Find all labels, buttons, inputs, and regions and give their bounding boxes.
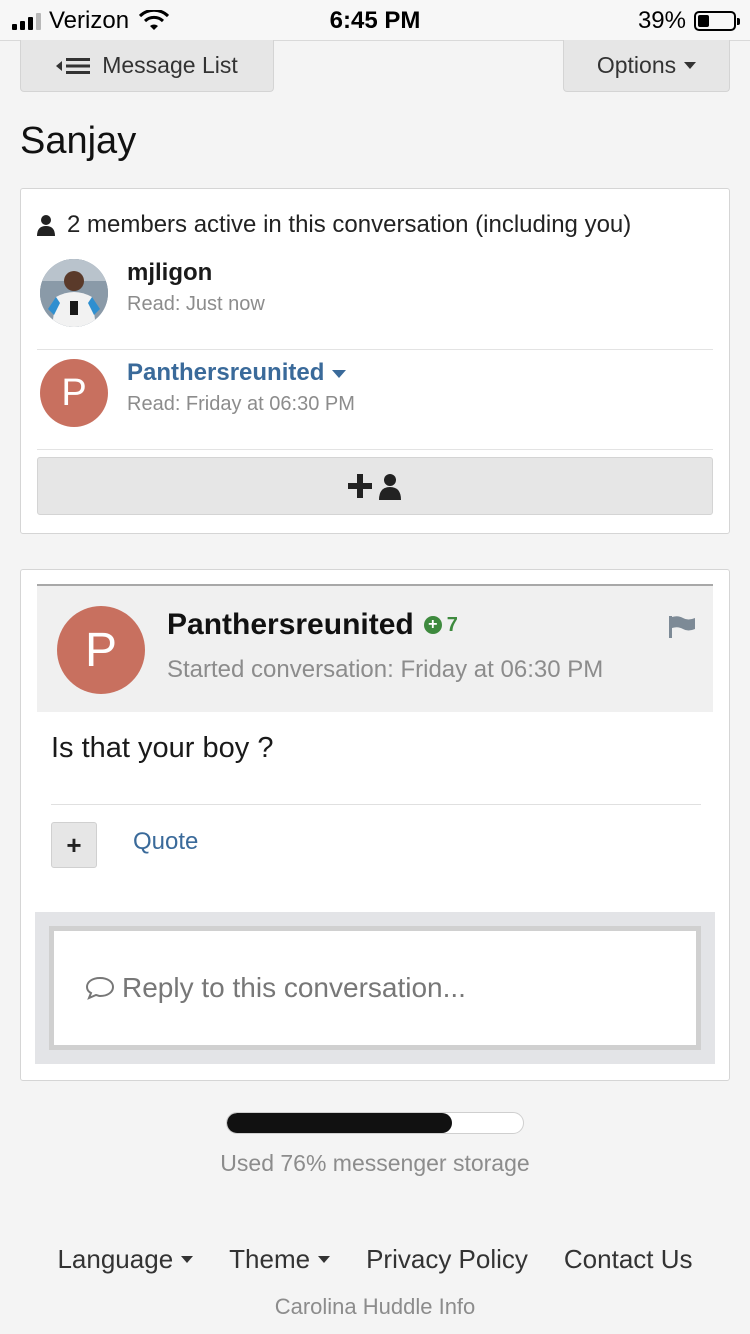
member-row: P Panthersreunited Read: Friday at 06:30… xyxy=(37,349,713,450)
post-body: Is that your boy ? xyxy=(51,732,274,764)
chevron-down-icon xyxy=(332,369,347,378)
storage-text: Used 76% messenger storage xyxy=(220,1150,530,1176)
members-panel: 2 members active in this conversation (i… xyxy=(20,188,730,534)
footer-site-name: Carolina Huddle Info xyxy=(274,1294,476,1319)
theme-menu[interactable]: Theme xyxy=(229,1244,331,1275)
battery-percent: 39% xyxy=(637,7,686,34)
add-member-button[interactable] xyxy=(37,457,713,515)
chevron-down-icon xyxy=(318,1256,331,1263)
post-meta: Started conversation: Friday at 06:30 PM xyxy=(167,656,604,683)
list-back-icon xyxy=(56,57,91,74)
member-read-status: Read: Just now xyxy=(127,293,265,315)
post-author-name[interactable]: Panthersreunited xyxy=(167,608,414,642)
storage-progress-bar xyxy=(226,1112,524,1134)
member-row: mjligon Read: Just now xyxy=(37,249,713,350)
plus-circle-icon: + xyxy=(423,616,442,634)
member-name-text: Panthersreunited xyxy=(127,359,325,386)
member-name[interactable]: Panthersreunited xyxy=(127,359,347,387)
avatar[interactable] xyxy=(40,259,108,327)
storage-progress-fill xyxy=(227,1113,452,1133)
options-label: Options xyxy=(596,52,677,78)
footer-links: Language Theme Privacy Policy Contact Us xyxy=(0,1244,750,1275)
user-icon xyxy=(37,215,55,236)
members-header: 2 members active in this conversation (i… xyxy=(37,211,631,239)
reputation-count: 7 xyxy=(446,613,458,636)
options-button[interactable]: Options xyxy=(563,40,730,92)
post-author: Panthersreunited + 7 xyxy=(167,608,458,642)
member-name[interactable]: mjligon xyxy=(127,259,212,287)
chevron-down-icon xyxy=(684,62,697,69)
message-list-label: Message List xyxy=(102,52,238,78)
message-list-button[interactable]: Message List xyxy=(20,40,274,92)
status-bar: Verizon 6:45 PM 39% xyxy=(0,0,750,41)
reply-placeholder: Reply to this conversation... xyxy=(122,972,466,1003)
battery-fill xyxy=(698,15,709,27)
add-user-icon xyxy=(348,474,401,500)
post-header: P Panthersreunited + 7 Started conversat… xyxy=(37,584,713,712)
language-menu[interactable]: Language xyxy=(57,1244,194,1275)
members-header-text: 2 members active in this conversation (i… xyxy=(67,211,632,238)
divider xyxy=(51,804,701,805)
avatar-photo-image xyxy=(40,259,108,327)
member-read-status: Read: Friday at 06:30 PM xyxy=(127,393,355,415)
language-label: Language xyxy=(57,1244,174,1274)
reply-area: Reply to this conversation... xyxy=(35,912,715,1064)
flag-icon[interactable] xyxy=(669,616,695,638)
comment-icon xyxy=(85,976,115,1000)
theme-label: Theme xyxy=(229,1244,311,1274)
reputation-badge: + 7 xyxy=(423,613,458,637)
reputation-button[interactable]: + xyxy=(51,822,97,868)
avatar[interactable]: P xyxy=(40,359,108,427)
battery-group: 39% xyxy=(637,7,740,35)
contact-us-link[interactable]: Contact Us xyxy=(564,1244,693,1275)
message-post: P Panthersreunited + 7 Started conversat… xyxy=(20,569,730,1081)
page-title: Sanjay xyxy=(20,120,137,162)
reply-input[interactable]: Reply to this conversation... xyxy=(49,926,701,1050)
privacy-policy-link[interactable]: Privacy Policy xyxy=(366,1244,528,1275)
battery-icon xyxy=(694,11,740,31)
chevron-down-icon xyxy=(181,1256,194,1263)
avatar[interactable]: P xyxy=(57,606,145,694)
quote-link[interactable]: Quote xyxy=(133,828,198,856)
